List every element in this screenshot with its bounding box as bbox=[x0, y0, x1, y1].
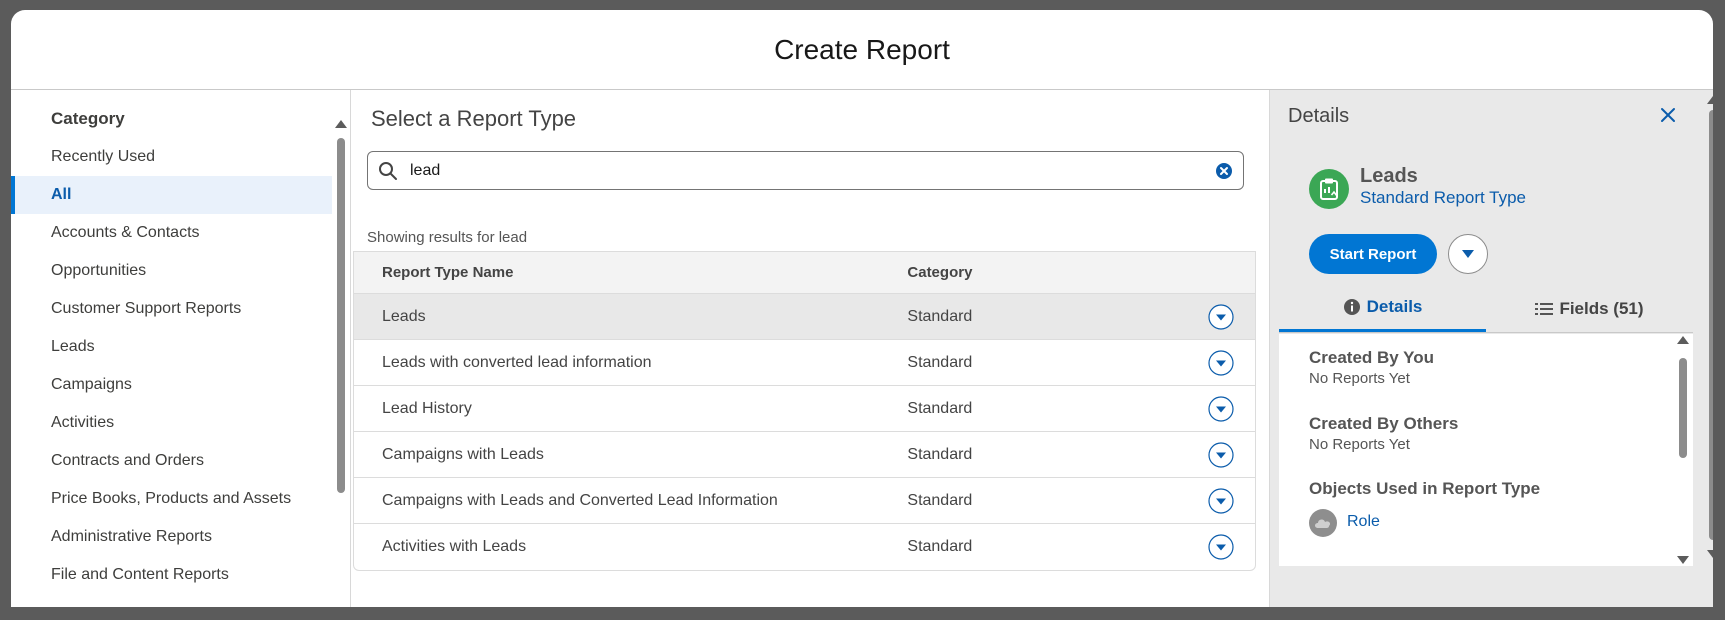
report-type-category: Standard bbox=[907, 307, 973, 325]
report-type-category: Standard bbox=[907, 491, 973, 509]
category-heading: Category bbox=[51, 109, 125, 128]
row-menu-chevron-icon[interactable] bbox=[1208, 534, 1234, 560]
report-type-name: Campaigns with Leads bbox=[382, 445, 544, 463]
clear-search-icon[interactable] bbox=[1215, 162, 1233, 180]
search-icon bbox=[379, 161, 397, 180]
report-type-search[interactable] bbox=[367, 151, 1244, 190]
category-item-administrative[interactable]: Administrative Reports bbox=[11, 518, 332, 556]
report-type-name: Lead History bbox=[382, 399, 472, 417]
scroll-thumb[interactable] bbox=[337, 138, 345, 493]
scroll-up-arrow-icon[interactable] bbox=[335, 120, 347, 128]
tab-details-label: Details bbox=[1366, 297, 1423, 316]
results-note: Showing results for lead bbox=[367, 229, 528, 246]
details-panel-scrollbar[interactable] bbox=[1707, 96, 1713, 558]
category-item-recently-used[interactable]: Recently Used bbox=[11, 138, 332, 176]
details-title: Details bbox=[1288, 105, 1350, 127]
created-by-you-value: No Reports Yet bbox=[1309, 370, 1410, 387]
row-menu-chevron-icon[interactable] bbox=[1208, 303, 1234, 330]
objects-used-title: Objects Used in Report Type bbox=[1309, 479, 1541, 498]
report-type-heading: Leads bbox=[1360, 165, 1418, 187]
table-row[interactable]: Campaigns with Leads Standard bbox=[354, 432, 1255, 478]
role-object-icon bbox=[1309, 509, 1337, 537]
start-options-button[interactable] bbox=[1448, 234, 1488, 274]
created-by-you-title: Created By You bbox=[1309, 348, 1435, 367]
table-row[interactable]: Leads Standard bbox=[354, 294, 1255, 340]
start-report-button[interactable]: Start Report bbox=[1309, 234, 1437, 274]
row-menu-chevron-icon[interactable] bbox=[1208, 487, 1234, 514]
category-list: Recently Used All Accounts & Contacts Op… bbox=[11, 138, 332, 594]
details-scrollbar[interactable] bbox=[1677, 336, 1689, 564]
table-row[interactable]: Activities with Leads Standard bbox=[354, 524, 1255, 570]
object-link-role[interactable]: Role bbox=[1347, 513, 1380, 531]
table-row[interactable]: Leads with converted lead information St… bbox=[354, 340, 1255, 386]
category-item-accounts-contacts[interactable]: Accounts & Contacts bbox=[11, 214, 332, 252]
report-type-name: Activities with Leads bbox=[382, 538, 527, 555]
close-icon[interactable] bbox=[1660, 107, 1676, 123]
report-type-kind: Standard Report Type bbox=[1360, 188, 1527, 207]
report-type-table: Report Type Name Category Leads Standard… bbox=[353, 251, 1256, 571]
info-icon bbox=[1343, 299, 1360, 315]
category-item-campaigns[interactable]: Campaigns bbox=[11, 366, 332, 404]
scroll-up-arrow-icon[interactable] bbox=[1677, 336, 1689, 344]
category-panel: Category Recently Used All Accounts & Co… bbox=[11, 90, 351, 607]
category-item-file-content[interactable]: File and Content Reports bbox=[11, 556, 332, 594]
search-input[interactable] bbox=[410, 161, 1215, 180]
scroll-down-arrow-icon[interactable] bbox=[1677, 556, 1689, 564]
report-type-category: Standard bbox=[907, 399, 973, 417]
category-scrollbar[interactable] bbox=[335, 120, 347, 607]
details-content: Created By You No Reports Yet Created By… bbox=[1279, 334, 1693, 566]
scroll-up-arrow-icon[interactable] bbox=[1707, 96, 1713, 104]
row-menu-chevron-icon[interactable] bbox=[1208, 395, 1234, 422]
category-item-leads[interactable]: Leads bbox=[11, 328, 332, 366]
column-header-category[interactable]: Category bbox=[907, 264, 1187, 281]
scroll-down-arrow-icon[interactable] bbox=[1707, 550, 1713, 558]
tab-details[interactable]: Details bbox=[1279, 285, 1486, 332]
table-header: Report Type Name Category bbox=[354, 252, 1255, 294]
tab-fields-label: Fields (51) bbox=[1559, 298, 1644, 318]
category-item-all[interactable]: All bbox=[11, 176, 332, 214]
report-type-title: Select a Report Type bbox=[371, 106, 577, 131]
report-type-category: Standard bbox=[907, 538, 973, 555]
table-row[interactable]: Lead History Standard bbox=[354, 386, 1255, 432]
details-panel: Details Leads Standard Report Type Start… bbox=[1270, 90, 1713, 607]
report-clipboard-icon bbox=[1309, 169, 1349, 209]
created-by-others-value: No Reports Yet bbox=[1309, 436, 1410, 453]
scroll-thumb[interactable] bbox=[1709, 110, 1713, 540]
table-row[interactable]: Campaigns with Leads and Converted Lead … bbox=[354, 478, 1255, 524]
category-item-opportunities[interactable]: Opportunities bbox=[11, 252, 332, 290]
report-type-category: Standard bbox=[907, 353, 973, 371]
chevron-down-icon bbox=[1462, 250, 1474, 258]
report-type-name: Leads with converted lead information bbox=[382, 353, 652, 371]
modal-title: Create Report bbox=[774, 33, 950, 65]
category-item-price-books[interactable]: Price Books, Products and Assets bbox=[11, 480, 332, 518]
category-item-customer-support[interactable]: Customer Support Reports bbox=[11, 290, 332, 328]
created-by-others-title: Created By Others bbox=[1309, 414, 1459, 433]
modal-header: Create Report bbox=[11, 10, 1713, 90]
category-item-contracts-orders[interactable]: Contracts and Orders bbox=[11, 442, 332, 480]
report-type-category: Standard bbox=[907, 445, 973, 463]
report-type-name: Campaigns with Leads and Converted Lead … bbox=[382, 491, 778, 509]
column-header-name[interactable]: Report Type Name bbox=[354, 264, 907, 281]
tab-fields[interactable]: Fields (51) bbox=[1486, 285, 1693, 332]
list-icon bbox=[1535, 302, 1554, 315]
report-type-panel: Select a Report Type Showing results for… bbox=[351, 90, 1270, 607]
details-tabs: Details Fields (51) bbox=[1279, 285, 1693, 333]
scroll-thumb[interactable] bbox=[1679, 358, 1687, 458]
row-menu-chevron-icon[interactable] bbox=[1208, 349, 1234, 376]
report-type-name: Leads bbox=[382, 307, 426, 325]
modal-body: Category Recently Used All Accounts & Co… bbox=[11, 90, 1713, 607]
row-menu-chevron-icon[interactable] bbox=[1208, 441, 1234, 468]
create-report-modal: Create Report Category Recently Used All… bbox=[11, 10, 1713, 607]
category-item-activities[interactable]: Activities bbox=[11, 404, 332, 442]
